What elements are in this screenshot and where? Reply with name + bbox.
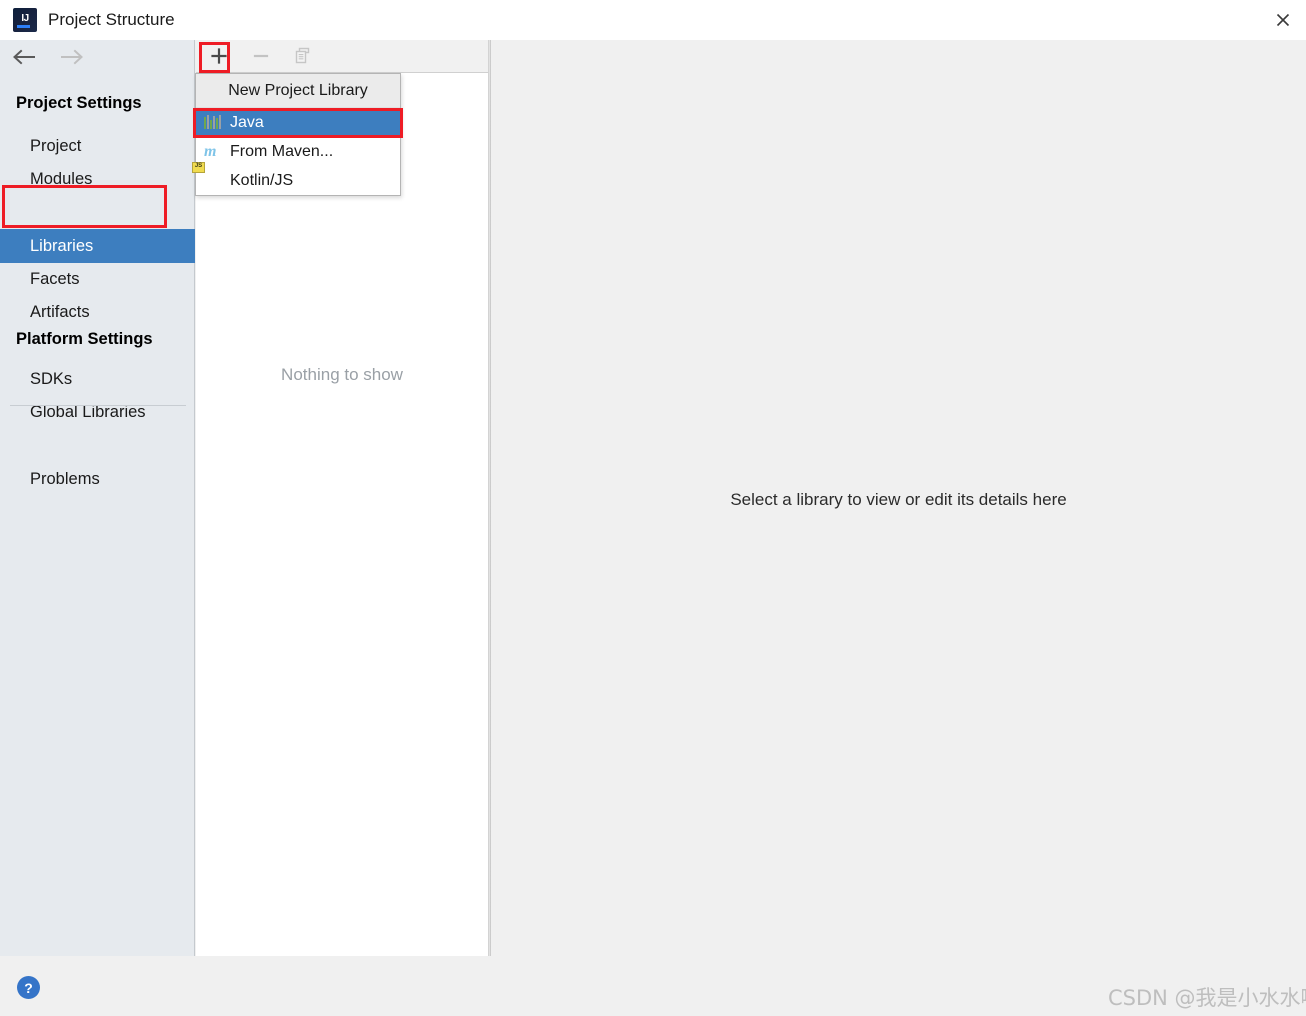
popup-item-from-maven[interactable]: m From Maven...: [196, 137, 400, 166]
kotlin-js-icon: [204, 172, 221, 189]
sidebar-item-label: Facets: [30, 270, 80, 288]
java-library-icon: [204, 114, 221, 131]
settings-sidebar: Project Settings Project Modules Librari…: [0, 40, 195, 956]
sidebar-item-label: SDKs: [30, 370, 73, 388]
popup-item-kotlin-js[interactable]: Kotlin/JS: [196, 166, 400, 195]
sidebar-group-project-settings: Project Settings: [16, 94, 142, 112]
minus-icon: [248, 44, 274, 69]
popup-item-label: From Maven...: [230, 142, 334, 160]
new-project-library-popup: New Project Library Java m From Maven...: [195, 73, 401, 196]
sidebar-item-facets-hidden[interactable]: Facets: [0, 196, 195, 229]
sidebar-item-facets[interactable]: Facets: [0, 263, 195, 296]
arrow-left-icon[interactable]: [10, 46, 38, 68]
sidebar-group-platform-settings: Platform Settings: [16, 330, 153, 348]
popup-item-java[interactable]: Java: [196, 108, 400, 137]
plus-icon[interactable]: [206, 44, 232, 69]
popup-header-label: New Project Library: [196, 74, 400, 108]
empty-state-text: Nothing to show: [281, 365, 403, 384]
sidebar-item-modules[interactable]: Modules: [0, 163, 195, 196]
library-detail-panel: Select a library to view or edit its det…: [491, 40, 1306, 956]
intellij-idea-icon: IJ: [13, 8, 37, 32]
sidebar-item-problems[interactable]: Problems: [0, 463, 195, 496]
sidebar-item-sdks[interactable]: SDKs: [0, 363, 195, 396]
detail-placeholder-text: Select a library to view or edit its det…: [730, 490, 1067, 509]
copy-icon: [290, 44, 316, 69]
dialog-footer: ? OK Cancel Apply: [0, 957, 1306, 1016]
sidebar-item-label: Project: [30, 137, 82, 155]
sidebar-item-artifacts[interactable]: Artifacts: [0, 296, 195, 329]
sidebar-item-label: Libraries: [30, 236, 94, 255]
sidebar-item-libraries[interactable]: Libraries: [0, 229, 195, 263]
popup-item-label: Java: [230, 113, 264, 131]
libraries-toolbar: [196, 40, 488, 73]
sidebar-item-project[interactable]: Project: [0, 130, 195, 163]
arrow-right-icon[interactable]: [58, 46, 86, 68]
sidebar-item-label: Modules: [30, 170, 93, 188]
sidebar-item-label: Artifacts: [30, 303, 90, 321]
sidebar-item-global-libraries[interactable]: Global Libraries: [0, 396, 195, 429]
popup-item-label: Kotlin/JS: [230, 171, 294, 189]
window-title: Project Structure: [48, 10, 175, 29]
close-icon[interactable]: [1260, 0, 1306, 40]
title-bar: IJ Project Structure: [0, 0, 1306, 40]
maven-icon: m: [204, 143, 217, 160]
navigation-row: [0, 40, 195, 74]
help-icon[interactable]: ?: [17, 976, 40, 999]
project-structure-dialog: IJ Project Structure Project Settings Pr…: [0, 0, 1306, 1016]
sidebar-item-label: Problems: [30, 470, 100, 488]
sidebar-divider: [10, 405, 186, 406]
